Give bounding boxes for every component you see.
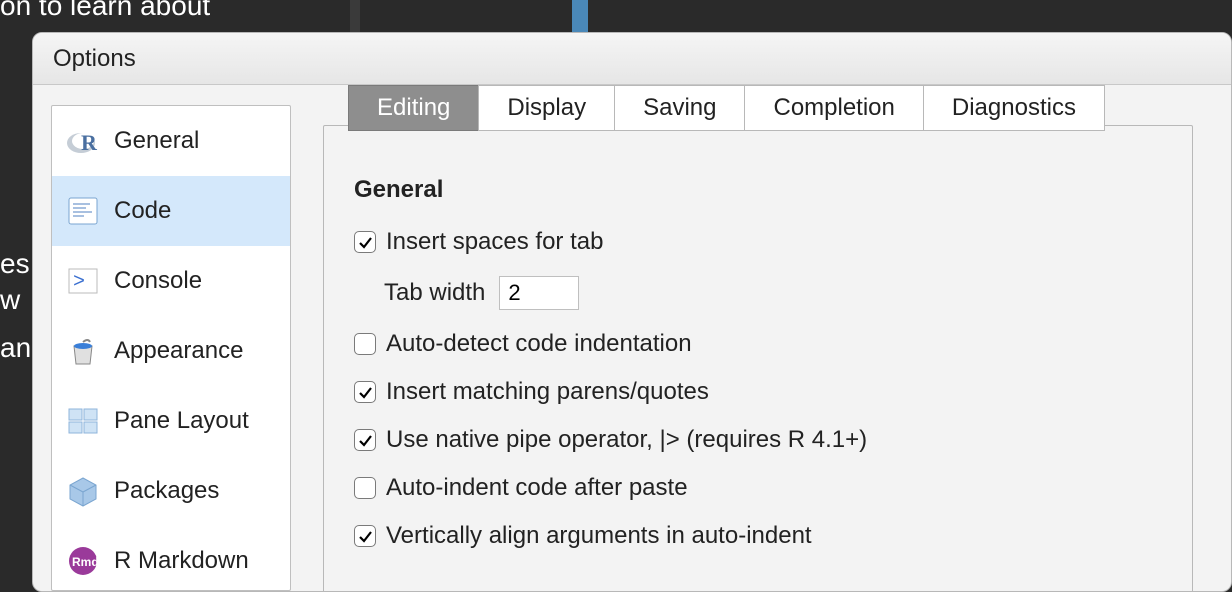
tab-width-input[interactable] (499, 276, 579, 310)
sidebar-item-packages[interactable]: Packages (52, 456, 290, 526)
sidebar-item-label: Code (114, 197, 171, 225)
svg-text:Rmd: Rmd (72, 555, 99, 569)
background-text: es (0, 248, 30, 280)
background-text: an (0, 332, 31, 364)
tab-bar: Editing Display Saving Completion Diagno… (349, 85, 1105, 131)
option-tab-width: Tab width (384, 276, 1162, 310)
dialog-title: Options (33, 33, 1231, 85)
sidebar-item-label: Packages (114, 477, 219, 505)
tab-editing[interactable]: Editing (348, 85, 479, 131)
tab-diagnostics[interactable]: Diagnostics (923, 85, 1105, 131)
sidebar-item-r-markdown[interactable]: Rmd R Markdown (52, 526, 290, 591)
sidebar-item-appearance[interactable]: Appearance (52, 316, 290, 386)
option-label: Insert matching parens/quotes (386, 378, 709, 406)
sidebar-item-code[interactable]: Code (52, 176, 290, 246)
option-label: Tab width (384, 279, 485, 307)
paint-bucket-icon (66, 334, 100, 368)
sidebar-item-console[interactable]: > Console (52, 246, 290, 316)
layout-icon (66, 404, 100, 438)
tab-display[interactable]: Display (478, 85, 615, 131)
sidebar-item-label: Appearance (114, 337, 243, 365)
option-native-pipe[interactable]: Use native pipe operator, |> (requires R… (354, 426, 1162, 454)
section-title: General (354, 176, 1162, 204)
console-icon: > (66, 264, 100, 298)
svg-text:>: > (73, 271, 85, 294)
content-area: Editing Display Saving Completion Diagno… (291, 85, 1231, 591)
option-label: Auto-indent code after paste (386, 474, 688, 502)
svg-text:R: R (81, 130, 98, 155)
sidebar-item-label: General (114, 127, 199, 155)
package-icon (66, 474, 100, 508)
code-icon (66, 194, 100, 228)
background-divider (572, 0, 588, 32)
option-label: Insert spaces for tab (386, 228, 603, 256)
settings-panel: General Insert spaces for tab Tab width … (323, 125, 1193, 592)
sidebar: R General Code > Console Appear (51, 105, 291, 591)
sidebar-item-pane-layout[interactable]: Pane Layout (52, 386, 290, 456)
option-label: Auto-detect code indentation (386, 330, 692, 358)
sidebar-item-label: R Markdown (114, 547, 249, 575)
option-insert-spaces[interactable]: Insert spaces for tab (354, 228, 1162, 256)
checkbox[interactable] (354, 477, 376, 499)
tab-completion[interactable]: Completion (744, 85, 923, 131)
option-label: Vertically align arguments in auto-inden… (386, 522, 812, 550)
sidebar-item-label: Pane Layout (114, 407, 249, 435)
option-auto-detect[interactable]: Auto-detect code indentation (354, 330, 1162, 358)
background-text: on to learn about (0, 0, 210, 22)
checkbox[interactable] (354, 381, 376, 403)
r-icon: R (66, 124, 100, 158)
tab-saving[interactable]: Saving (614, 85, 745, 131)
checkbox[interactable] (354, 525, 376, 547)
option-auto-indent-paste[interactable]: Auto-indent code after paste (354, 474, 1162, 502)
sidebar-item-label: Console (114, 267, 202, 295)
options-dialog: Options R General Code > Console (32, 32, 1232, 592)
checkbox[interactable] (354, 429, 376, 451)
sidebar-item-general[interactable]: R General (52, 106, 290, 176)
background-text: w (0, 284, 20, 316)
checkbox[interactable] (354, 231, 376, 253)
option-label: Use native pipe operator, |> (requires R… (386, 426, 867, 454)
option-insert-matching[interactable]: Insert matching parens/quotes (354, 378, 1162, 406)
rmd-icon: Rmd (66, 544, 100, 578)
checkbox[interactable] (354, 333, 376, 355)
option-vertical-align[interactable]: Vertically align arguments in auto-inden… (354, 522, 1162, 550)
background-divider (350, 0, 360, 32)
